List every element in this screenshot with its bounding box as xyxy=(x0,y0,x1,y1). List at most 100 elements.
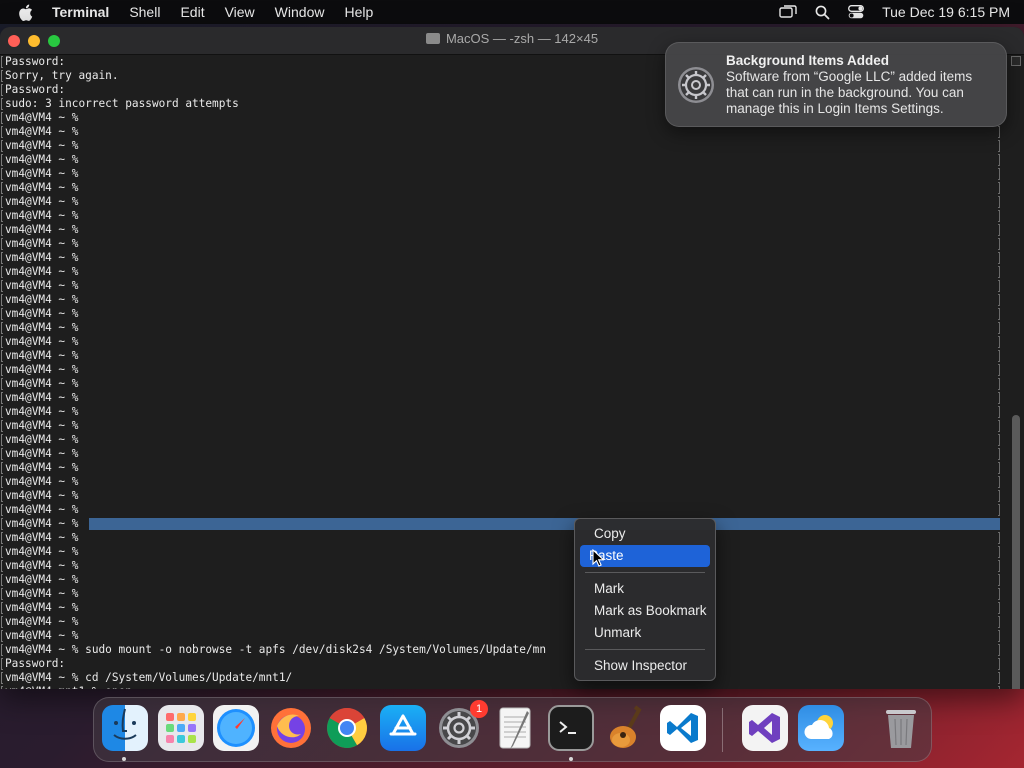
terminal-line-text: vm4@VM4 ~ % xyxy=(5,573,79,586)
prompt-mark-bracket xyxy=(1,322,3,334)
spotlight-search-icon[interactable] xyxy=(815,5,830,20)
line-end-bracket xyxy=(998,630,1000,642)
prompt-mark-bracket xyxy=(1,462,3,474)
menu-item-paste[interactable]: Paste xyxy=(580,545,710,567)
garageband-icon[interactable] xyxy=(604,705,650,751)
menu-view[interactable]: View xyxy=(215,0,265,24)
terminal-line-text: vm4@VM4 ~ % xyxy=(5,125,79,138)
prompt-mark-bracket xyxy=(1,518,3,530)
launchpad-icon[interactable] xyxy=(158,705,204,751)
menu-separator xyxy=(585,649,705,650)
textedit-icon[interactable] xyxy=(492,705,538,751)
terminal-line-text: Password: xyxy=(5,83,66,96)
terminal-line-text: vm4@VM4 ~ % xyxy=(5,517,79,530)
terminal-line: vm4@VM4 ~ % xyxy=(0,489,1010,503)
menu-bar-clock[interactable]: Tue Dec 19 6:15 PM xyxy=(882,4,1010,20)
terminal-line: vm4@VM4 ~ % xyxy=(0,125,1010,139)
terminal-line-text: vm4@VM4 ~ % xyxy=(5,601,79,614)
control-center-icon[interactable] xyxy=(848,5,865,19)
terminal-scrollbar[interactable] xyxy=(1010,55,1022,689)
terminal-line-text: vm4@VM4 ~ % xyxy=(5,293,79,306)
terminal-line: vm4@VM4 ~ % xyxy=(0,601,1010,615)
menu-item-copy[interactable]: Copy xyxy=(580,523,710,545)
terminal-line-text: vm4@VM4 ~ % xyxy=(5,111,79,124)
line-end-bracket xyxy=(998,490,1000,502)
line-end-bracket xyxy=(998,252,1000,264)
menu-item-show-inspector[interactable]: Show Inspector xyxy=(580,655,710,677)
terminal-line: vm4@VM4 ~ % xyxy=(0,475,1010,489)
prompt-mark-bracket xyxy=(1,182,3,194)
firefox-icon[interactable] xyxy=(268,705,314,751)
line-end-bracket xyxy=(998,238,1000,250)
terminal-line: vm4@VM4 ~ % xyxy=(0,433,1010,447)
line-end-bracket xyxy=(998,182,1000,194)
menu-help[interactable]: Help xyxy=(334,0,383,24)
prompt-mark-bracket xyxy=(1,532,3,544)
line-end-bracket xyxy=(998,448,1000,460)
minimize-window-button[interactable] xyxy=(28,34,40,47)
google-chrome-icon[interactable] xyxy=(324,705,370,751)
prompt-mark-bracket xyxy=(1,112,3,124)
finder-icon[interactable] xyxy=(102,705,148,751)
terminal-line-text: vm4@VM4 ~ % xyxy=(5,335,79,348)
prompt-mark-bracket xyxy=(1,308,3,320)
terminal-line-text: Password: xyxy=(5,657,66,670)
prompt-mark-bracket xyxy=(1,294,3,306)
terminal-line: vm4@VM4 ~ % cd /System/Volumes/Update/mn… xyxy=(0,671,1010,685)
menu-item-unmark[interactable]: Unmark xyxy=(580,622,710,644)
line-end-bracket xyxy=(998,616,1000,628)
menu-app-name[interactable]: Terminal xyxy=(52,0,119,24)
visual-studio-icon[interactable] xyxy=(742,705,788,751)
line-end-bracket xyxy=(998,308,1000,320)
menu-shell[interactable]: Shell xyxy=(119,0,170,24)
app-store-icon[interactable] xyxy=(380,705,426,751)
terminal-line-text: vm4@VM4 ~ % xyxy=(5,391,79,404)
terminal-line: vm4@VM4 ~ % xyxy=(0,279,1010,293)
terminal-line-text: vm4@VM4 ~ % xyxy=(5,139,79,152)
screen-mirroring-icon[interactable] xyxy=(779,5,797,19)
terminal-line: vm4@VM4 ~ % xyxy=(0,307,1010,321)
notification-title: Background Items Added xyxy=(726,53,890,68)
prompt-mark-bracket xyxy=(1,126,3,138)
menu-item-mark-as-bookmark[interactable]: Mark as Bookmark xyxy=(580,600,710,622)
close-window-button[interactable] xyxy=(8,34,20,47)
terminal-line-text: vm4@VM4 ~ % xyxy=(5,167,79,180)
terminal-line: vm4@VM4 ~ % xyxy=(0,559,1010,573)
terminal-line: vm4@VM4 ~ % xyxy=(0,181,1010,195)
line-end-bracket xyxy=(998,560,1000,572)
zoom-window-button[interactable] xyxy=(48,34,60,47)
visual-studio-code-icon[interactable] xyxy=(660,705,706,751)
system-settings-gear-icon xyxy=(677,66,715,126)
terminal-output[interactable]: Password: Sorry, try again. Password: sudo:… xyxy=(0,55,1010,689)
terminal-line-text: vm4@VM4 ~ % xyxy=(5,475,79,488)
scrollbar-thumb[interactable] xyxy=(1012,415,1020,689)
line-end-bracket xyxy=(998,462,1000,474)
apple-menu-icon[interactable] xyxy=(18,3,36,21)
system-settings-icon[interactable]: 1 xyxy=(436,700,488,751)
safari-icon[interactable] xyxy=(213,705,259,751)
prompt-mark-bracket xyxy=(1,504,3,516)
line-end-bracket xyxy=(998,686,1000,689)
terminal-app-icon[interactable] xyxy=(548,705,594,751)
line-end-bracket xyxy=(998,140,1000,152)
terminal-line-text: vm4@VM4 ~ % xyxy=(5,531,79,544)
background-items-notification[interactable]: Background Items Added Software from “Go… xyxy=(665,42,1007,127)
terminal-line: vm4@VM4 ~ % xyxy=(0,237,1010,251)
prompt-mark-bracket xyxy=(1,154,3,166)
prompt-mark-bracket xyxy=(1,588,3,600)
terminal-line-text: vm4@VM4 ~ % xyxy=(5,237,79,250)
prompt-mark-bracket xyxy=(1,420,3,432)
prompt-mark-bracket xyxy=(1,224,3,236)
trash-icon[interactable] xyxy=(878,705,924,751)
line-end-bracket xyxy=(998,532,1000,544)
terminal-line-text: vm4@VM4 ~ % xyxy=(5,223,79,236)
menu-window[interactable]: Window xyxy=(265,0,335,24)
terminal-line-text: sudo: 3 incorrect password attempts xyxy=(5,97,239,110)
prompt-mark-bracket xyxy=(1,210,3,222)
terminal-line-text: vm4@VM4 ~ % xyxy=(5,321,79,334)
weather-icon[interactable] xyxy=(798,705,844,751)
terminal-line: vm4@VM4 ~ % xyxy=(0,545,1010,559)
menu-edit[interactable]: Edit xyxy=(170,0,214,24)
menu-item-mark[interactable]: Mark xyxy=(580,578,710,600)
prompt-mark-bracket xyxy=(1,252,3,264)
